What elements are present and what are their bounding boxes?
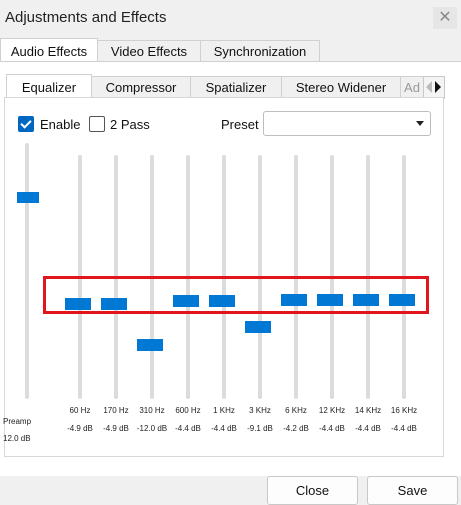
enable-checkbox[interactable]	[18, 116, 34, 132]
band-slider-handle[interactable]	[137, 339, 163, 351]
tab-video-effects[interactable]: Video Effects	[97, 40, 201, 62]
two-pass-checkbox[interactable]	[89, 116, 105, 132]
window-title: Adjustments and Effects	[5, 9, 167, 26]
title-bar: Adjustments and Effects ✕	[0, 0, 461, 34]
preset-dropdown[interactable]	[263, 111, 431, 136]
tab-scroll-left-icon[interactable]	[426, 81, 432, 93]
preamp-slider-handle[interactable]	[17, 192, 39, 203]
close-window-icon[interactable]: ✕	[433, 7, 457, 29]
band-freq-label: 16 KHz	[390, 406, 418, 415]
tab-advanced-partial[interactable]: Ad	[400, 76, 424, 98]
tab-audio-effects[interactable]: Audio Effects	[0, 38, 98, 63]
tab-scroll-arrows	[423, 76, 445, 99]
preamp-label: Preamp	[3, 417, 32, 426]
preamp-value: 12.0 dB	[3, 434, 31, 443]
tab-spatializer[interactable]: Spatializer	[190, 76, 282, 98]
chevron-down-icon	[416, 121, 424, 126]
two-pass-label: 2 Pass	[110, 117, 150, 132]
close-button[interactable]: Close	[267, 476, 358, 505]
tab-synchronization[interactable]: Synchronization	[200, 40, 320, 62]
band-slider-handle[interactable]	[245, 321, 271, 333]
tab-stereo-widener[interactable]: Stereo Widener	[281, 76, 401, 98]
band-gain-label: -4.4 dB	[391, 424, 417, 433]
tab-equalizer[interactable]: Equalizer	[6, 74, 92, 99]
tab-scroll-right-icon[interactable]	[435, 81, 441, 93]
highlight-annotation-box	[43, 276, 429, 314]
preset-label: Preset	[221, 117, 259, 132]
tab-compressor[interactable]: Compressor	[91, 76, 191, 98]
enable-label: Enable	[40, 117, 81, 132]
preamp-track	[25, 143, 29, 399]
save-button[interactable]: Save	[367, 476, 458, 505]
